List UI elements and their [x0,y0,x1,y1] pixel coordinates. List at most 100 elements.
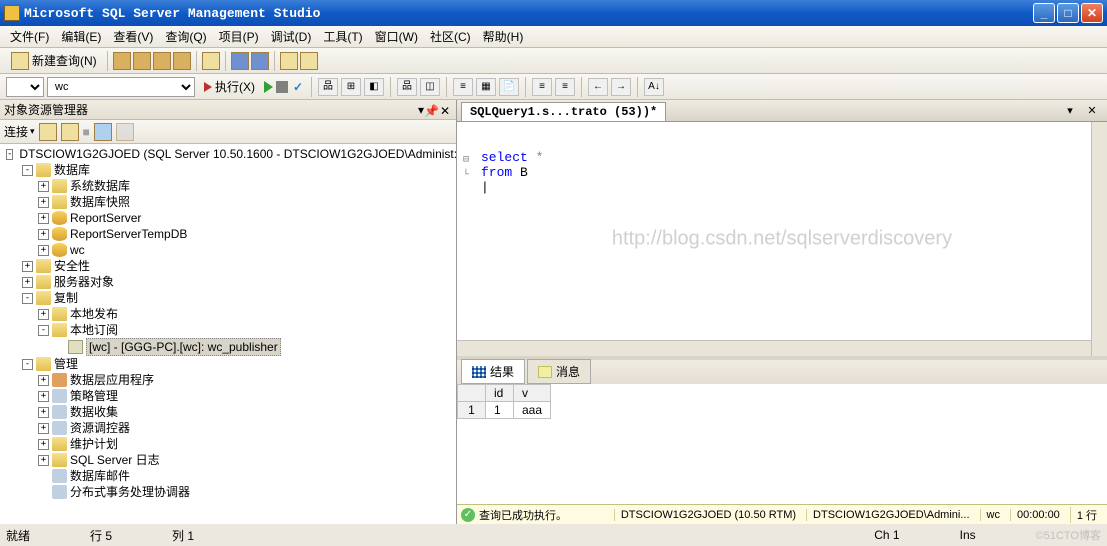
tree-replication[interactable]: 复制 [54,290,78,306]
tree-db-report[interactable]: ReportServer [70,210,141,226]
menu-file[interactable]: 文件(F) [6,26,53,47]
expand-icon[interactable]: + [38,375,49,386]
menu-help[interactable]: 帮助(H) [479,26,528,47]
expand-icon[interactable]: - [22,293,33,304]
save-icon[interactable] [231,52,249,70]
minimize-button[interactable]: _ [1033,3,1055,23]
tree-management[interactable]: 管理 [54,356,78,372]
pin-icon[interactable]: 📌 [424,104,436,116]
tree-databases[interactable]: 数据库 [54,162,90,178]
expand-icon[interactable]: + [38,391,49,402]
expand-icon[interactable]: + [22,261,33,272]
specify-template-icon[interactable]: A↓ [644,78,664,96]
tree-db-mail[interactable]: 数据库邮件 [70,468,130,484]
expand-icon[interactable]: + [22,277,33,288]
db-engine-query-icon[interactable] [113,52,131,70]
stop-icon[interactable]: ■ [83,125,90,139]
analysis-dmx-icon[interactable] [153,52,171,70]
open-file-icon[interactable] [202,52,220,70]
analysis-xmla-icon[interactable] [173,52,191,70]
expand-icon[interactable]: + [38,181,49,192]
tree-resource-gov[interactable]: 资源调控器 [70,420,130,436]
menu-tools[interactable]: 工具(T) [319,26,366,47]
editor-tab[interactable]: SQLQuery1.s...trato (53))* [461,102,666,121]
registered-servers-icon[interactable] [300,52,318,70]
connect-icon[interactable] [39,123,57,141]
expand-icon[interactable]: + [38,309,49,320]
expand-icon[interactable]: - [22,359,33,370]
decrease-indent-icon[interactable]: ← [588,78,608,96]
menu-debug[interactable]: 调试(D) [267,26,316,47]
expand-icon[interactable]: + [38,455,49,466]
column-header-v[interactable]: v [514,385,551,402]
close-button[interactable]: ✕ [1081,3,1103,23]
tree-dtc[interactable]: 分布式事务处理协调器 [70,484,190,500]
tree-db-wc[interactable]: wc [70,242,85,258]
connect-dropdown[interactable]: 连接 [4,123,35,140]
menu-window[interactable]: 窗口(W) [371,26,422,47]
save-all-icon[interactable] [251,52,269,70]
stop-button[interactable] [276,81,288,93]
expand-icon[interactable]: - [6,149,13,160]
panel-close-icon[interactable]: ✕ [440,104,452,116]
tab-messages[interactable]: 消息 [527,359,591,384]
menu-project[interactable]: 项目(P) [215,26,263,47]
database-engine-dropdown[interactable] [6,77,44,97]
analysis-mdx-icon[interactable] [133,52,151,70]
expand-icon[interactable]: + [38,423,49,434]
tree-server[interactable]: DTSCIOW1G2GJOED (SQL Server 10.50.1600 -… [19,146,456,162]
disconnect-icon[interactable] [61,123,79,141]
include-actual-plan-icon[interactable]: 品 [397,78,417,96]
execute-button[interactable]: 执行(X) [198,77,261,96]
comment-icon[interactable]: ≡ [532,78,552,96]
tab-dropdown-icon[interactable]: ▾ [1063,104,1077,118]
sql-editor[interactable]: ⊟ └ select * from B | http://blog.csdn.n… [457,122,1107,356]
horizontal-scrollbar[interactable] [457,340,1091,356]
tab-close-icon[interactable]: ✕ [1085,104,1099,118]
table-row[interactable]: 1 1 aaa [458,402,551,419]
refresh-icon[interactable] [116,123,134,141]
outline-minus-icon[interactable]: ⊟ [463,154,469,170]
menu-community[interactable]: 社区(C) [426,26,475,47]
tab-results[interactable]: 结果 [461,359,525,384]
expand-icon[interactable]: + [38,213,49,224]
tree-data-collect[interactable]: 数据收集 [70,404,118,420]
vertical-scrollbar[interactable] [1091,122,1107,356]
tree-policy[interactable]: 策略管理 [70,388,118,404]
increase-indent-icon[interactable]: → [611,78,631,96]
expand-icon[interactable]: + [38,407,49,418]
tree-maint-plan[interactable]: 维护计划 [70,436,118,452]
tree-sub-selected[interactable]: [wc] - [GGG-PC].[wc]: wc_publisher [86,338,281,356]
tree-security[interactable]: 安全性 [54,258,90,274]
tree-db-snapshots[interactable]: 数据库快照 [70,194,130,210]
results-to-file-icon[interactable]: 📄 [499,78,519,96]
expand-icon[interactable]: + [38,197,49,208]
results-grid[interactable]: id v 1 1 aaa [457,384,1107,504]
activity-monitor-icon[interactable] [280,52,298,70]
tree-local-pub[interactable]: 本地发布 [70,306,118,322]
results-to-text-icon[interactable]: ≡ [453,78,473,96]
tree-sys-db[interactable]: 系统数据库 [70,178,130,194]
debug-button[interactable] [264,81,273,93]
display-plan-icon[interactable]: 品 [318,78,338,96]
include-stats-icon[interactable]: ◫ [420,78,440,96]
new-query-button[interactable]: 新建查询(N) [6,50,102,72]
tree-db-report-temp[interactable]: ReportServerTempDB [70,226,187,242]
menu-query[interactable]: 查询(Q) [161,26,210,47]
column-header-id[interactable]: id [486,385,514,402]
results-to-grid-icon[interactable]: ▦ [476,78,496,96]
expand-icon[interactable]: - [38,325,49,336]
tree-local-sub[interactable]: 本地订阅 [70,322,118,338]
tree-data-tier[interactable]: 数据层应用程序 [70,372,154,388]
query-options-icon[interactable]: ⊞ [341,78,361,96]
expand-icon[interactable]: - [22,165,33,176]
tree-sql-logs[interactable]: SQL Server 日志 [70,452,160,468]
maximize-button[interactable]: □ [1057,3,1079,23]
menu-view[interactable]: 查看(V) [109,26,157,47]
expand-icon[interactable]: + [38,229,49,240]
uncomment-icon[interactable]: ≡ [555,78,575,96]
intellisense-icon[interactable]: ◧ [364,78,384,96]
filter-icon[interactable] [94,123,112,141]
menu-edit[interactable]: 编辑(E) [57,26,105,47]
database-combo[interactable]: wc [47,77,195,97]
